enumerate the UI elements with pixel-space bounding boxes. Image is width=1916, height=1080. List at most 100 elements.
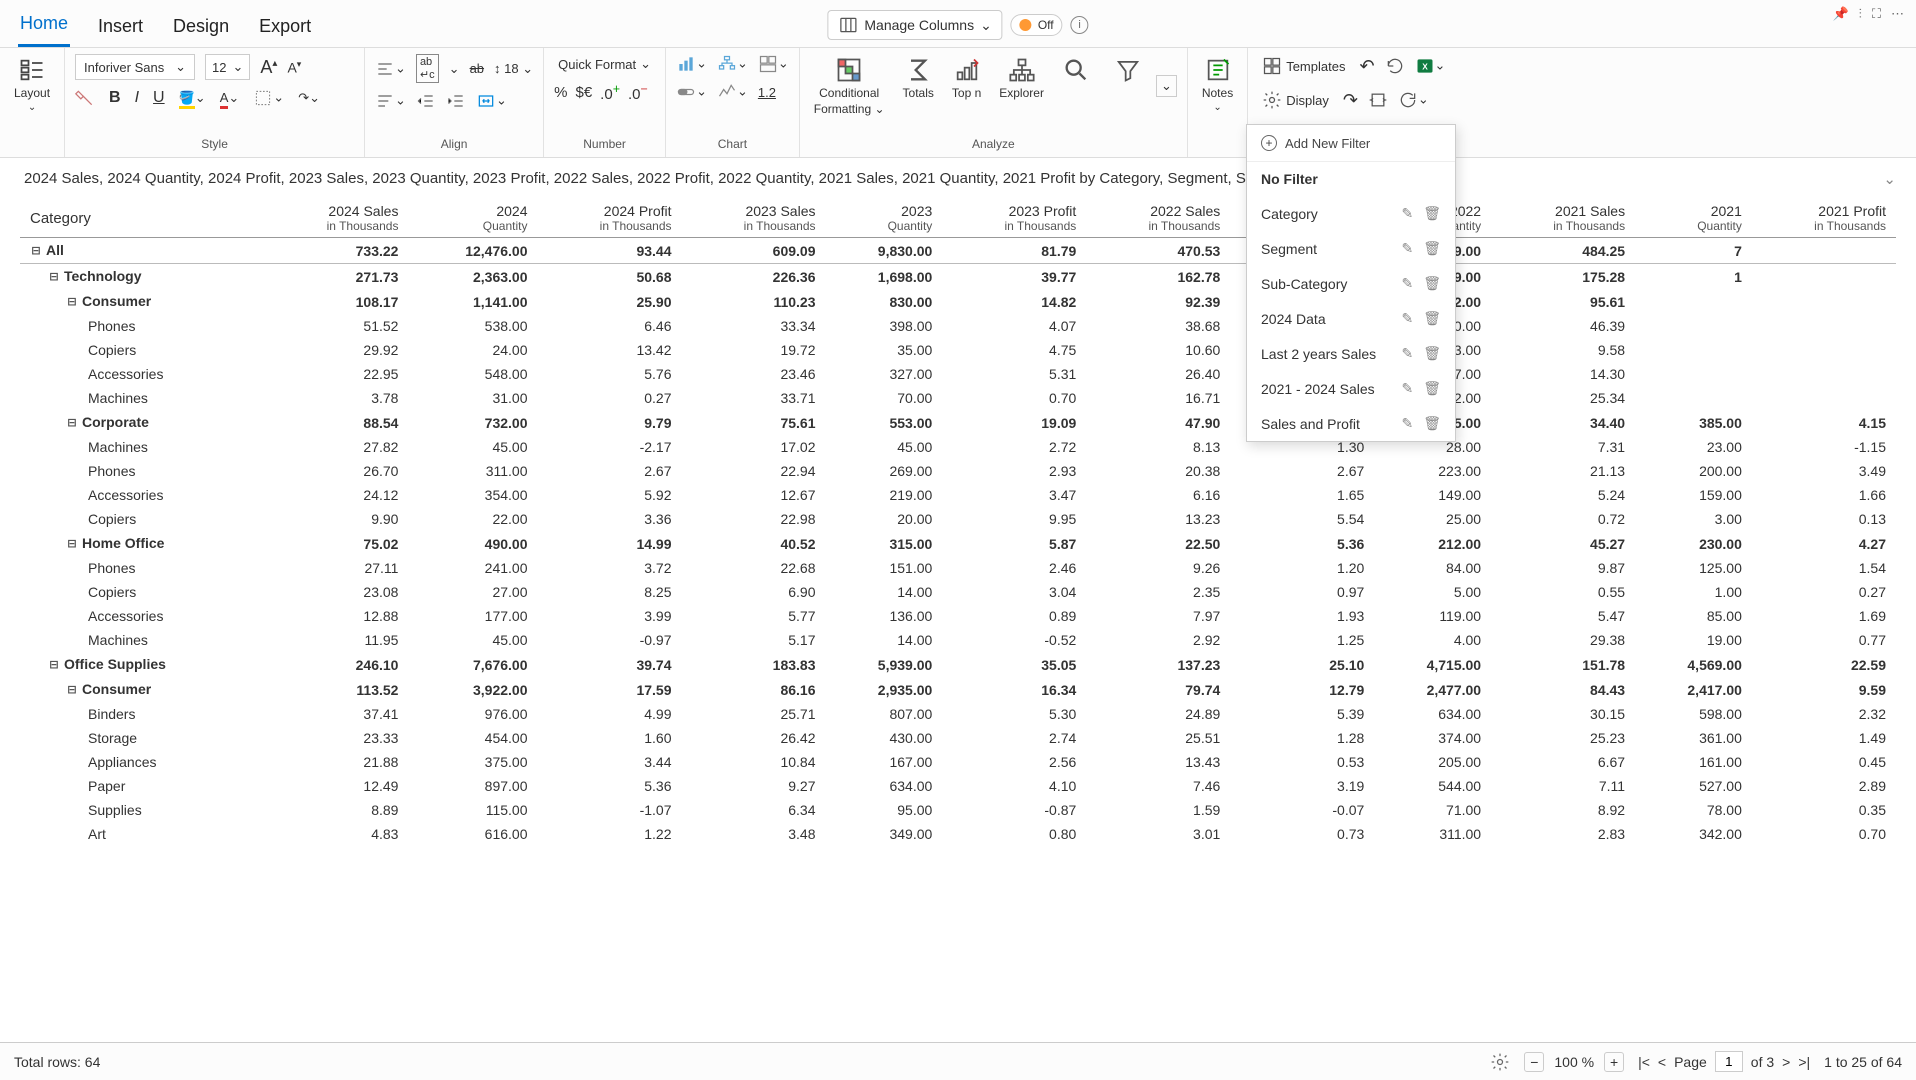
tab-insert[interactable]: Insert [96, 10, 145, 47]
row-label[interactable]: Copiers [20, 338, 264, 362]
tab-design[interactable]: Design [171, 10, 231, 47]
row-label[interactable]: Machines [20, 386, 264, 410]
filter-item[interactable]: Category✎🗑 [1247, 196, 1455, 231]
row-label[interactable]: Binders [20, 702, 264, 726]
dark-mode-toggle[interactable]: Off [1011, 14, 1063, 36]
table-row[interactable]: Machines27.8245.00-2.1717.0245.002.728.1… [20, 435, 1896, 459]
decrease-indent-button[interactable] [416, 91, 436, 111]
add-new-filter-button[interactable]: + Add New Filter [1247, 125, 1455, 162]
filter-item[interactable]: 2024 Data✎🗑 [1247, 301, 1455, 336]
tree-toggle[interactable]: ⊟ [66, 415, 78, 431]
table-row[interactable]: Accessories24.12354.005.9212.67219.003.4… [20, 483, 1896, 507]
page-input[interactable] [1715, 1051, 1743, 1072]
fill-color-button[interactable]: 🪣⌄ [179, 90, 206, 106]
row-label[interactable]: Accessories [20, 483, 264, 507]
decimal-scale-button[interactable]: 1.2 [758, 85, 776, 100]
info-icon[interactable]: i [1071, 16, 1089, 34]
redo-button[interactable]: ↷ [1343, 90, 1358, 111]
topn-button[interactable]: Top n [948, 54, 985, 102]
table-row[interactable]: Accessories12.88177.003.995.77136.000.89… [20, 604, 1896, 628]
table-row[interactable]: Phones27.11241.003.7222.68151.002.469.26… [20, 556, 1896, 580]
row-label[interactable]: ⊟Home Office [20, 531, 264, 556]
line-height-button[interactable]: ↕ 18 ⌄ [494, 61, 533, 77]
tab-home[interactable]: Home [18, 7, 70, 47]
tree-chart-button[interactable]: ⌄ [717, 54, 748, 74]
first-page-button[interactable]: |< [1638, 1054, 1650, 1070]
filter-item[interactable]: 2021 - 2024 Sales✎🗑 [1247, 371, 1455, 406]
column-header[interactable]: 2024 Salesin Thousands [264, 199, 408, 238]
table-row[interactable]: Phones51.52538.006.4633.34398.004.0738.6… [20, 314, 1896, 338]
column-header[interactable]: 2023 Profitin Thousands [942, 199, 1086, 238]
edit-icon[interactable]: ✎ [1401, 275, 1413, 292]
column-header[interactable]: 2021 Profitin Thousands [1752, 199, 1896, 238]
percent-button[interactable]: % [554, 84, 567, 101]
delete-icon[interactable]: 🗑 [1423, 275, 1441, 292]
table-row[interactable]: Supplies8.89115.00-1.076.3495.00-0.871.5… [20, 798, 1896, 822]
delete-icon[interactable]: 🗑 [1423, 240, 1441, 257]
table-row[interactable]: ⊟Home Office75.02490.0014.9940.52315.005… [20, 531, 1896, 556]
row-label[interactable]: Storage [20, 726, 264, 750]
delete-icon[interactable]: 🗑 [1423, 415, 1441, 432]
column-header[interactable]: 2021Quantity [1635, 199, 1752, 238]
filter-button[interactable] [1110, 54, 1146, 86]
row-label[interactable]: Machines [20, 628, 264, 652]
tree-toggle[interactable]: ⊟ [30, 243, 42, 259]
table-row[interactable]: ⊟Office Supplies246.107,676.0039.74183.8… [20, 652, 1896, 677]
delete-icon[interactable]: 🗑 [1423, 310, 1441, 327]
table-row[interactable]: Machines3.7831.000.2733.7170.000.7016.71… [20, 386, 1896, 410]
font-size-select[interactable]: 12⌄ [205, 54, 250, 80]
next-page-button[interactable]: > [1782, 1054, 1790, 1070]
layout-button[interactable]: Layout ⌄ [10, 54, 54, 115]
row-label[interactable]: Supplies [20, 798, 264, 822]
format-painter-icon[interactable] [75, 88, 95, 108]
edit-icon[interactable]: ✎ [1401, 310, 1413, 327]
decrease-font-icon[interactable]: A▾ [287, 59, 301, 76]
underline-button[interactable]: U [153, 89, 165, 107]
column-header[interactable]: 2022 Salesin Thousands [1086, 199, 1230, 238]
table-row[interactable]: ⊟Technology271.732,363.0050.68226.361,69… [20, 264, 1896, 290]
row-label[interactable]: Phones [20, 556, 264, 580]
table-row[interactable]: Paper12.49897.005.369.27634.004.107.463.… [20, 774, 1896, 798]
row-label[interactable]: Art [20, 822, 264, 846]
row-label[interactable]: ⊟Office Supplies [20, 652, 264, 677]
filter-item[interactable]: Segment✎🗑 [1247, 231, 1455, 266]
undo-button[interactable]: ↶ [1359, 56, 1374, 77]
column-header[interactable]: 2023Quantity [826, 199, 943, 238]
delete-icon[interactable]: 🗑 [1423, 380, 1441, 397]
bold-button[interactable]: B [109, 89, 121, 107]
row-label[interactable]: ⊟Consumer [20, 677, 264, 702]
edit-icon[interactable]: ✎ [1401, 345, 1413, 362]
wrap-text-button[interactable]: ab↵c [416, 54, 439, 83]
totals-button[interactable]: Totals [899, 54, 938, 102]
manage-columns-button[interactable]: Manage Columns ⌄ [827, 10, 1002, 40]
expand-icon[interactable]: ⛶ [1872, 6, 1881, 22]
tree-toggle[interactable]: ⊟ [66, 536, 78, 552]
tree-toggle[interactable]: ⊟ [66, 682, 78, 698]
display-button[interactable]: Display [1258, 88, 1333, 112]
fit-button[interactable]: ⌄ [476, 91, 507, 111]
row-label[interactable]: Phones [20, 314, 264, 338]
edit-icon[interactable]: ✎ [1401, 240, 1413, 257]
table-row[interactable]: ⊟All733.2212,476.0093.44609.099,830.0081… [20, 238, 1896, 264]
row-label[interactable]: Phones [20, 459, 264, 483]
edit-icon[interactable]: ✎ [1401, 415, 1413, 432]
row-label[interactable]: ⊟Technology [20, 264, 264, 290]
italic-button[interactable]: I [135, 89, 139, 107]
category-header[interactable]: Category [20, 199, 264, 238]
tree-toggle[interactable]: ⊟ [48, 657, 60, 673]
filter-small-icon[interactable]: ⫶ [1859, 6, 1862, 22]
excel-export-button[interactable]: X⌄ [1415, 56, 1446, 76]
row-label[interactable]: ⊟Corporate [20, 410, 264, 435]
table-row[interactable]: ⊟Consumer108.171,141.0025.90110.23830.00… [20, 289, 1896, 314]
progress-button[interactable]: ⌄ [676, 82, 707, 102]
tree-toggle[interactable]: ⊟ [48, 269, 60, 285]
filter-item[interactable]: Sales and Profit✎🗑 [1247, 406, 1455, 441]
table-row[interactable]: Art4.83616.001.223.48349.000.803.010.733… [20, 822, 1896, 846]
column-header[interactable]: 2024 Profitin Thousands [538, 199, 682, 238]
layout-chart-button[interactable]: ⌄ [758, 54, 789, 74]
table-row[interactable]: ⊟Corporate88.54732.009.7975.61553.0019.0… [20, 410, 1896, 435]
row-label[interactable]: Accessories [20, 362, 264, 386]
align-button[interactable]: ⌄ [375, 59, 406, 79]
zoom-in-button[interactable]: + [1604, 1052, 1624, 1072]
search-button[interactable] [1058, 54, 1094, 86]
